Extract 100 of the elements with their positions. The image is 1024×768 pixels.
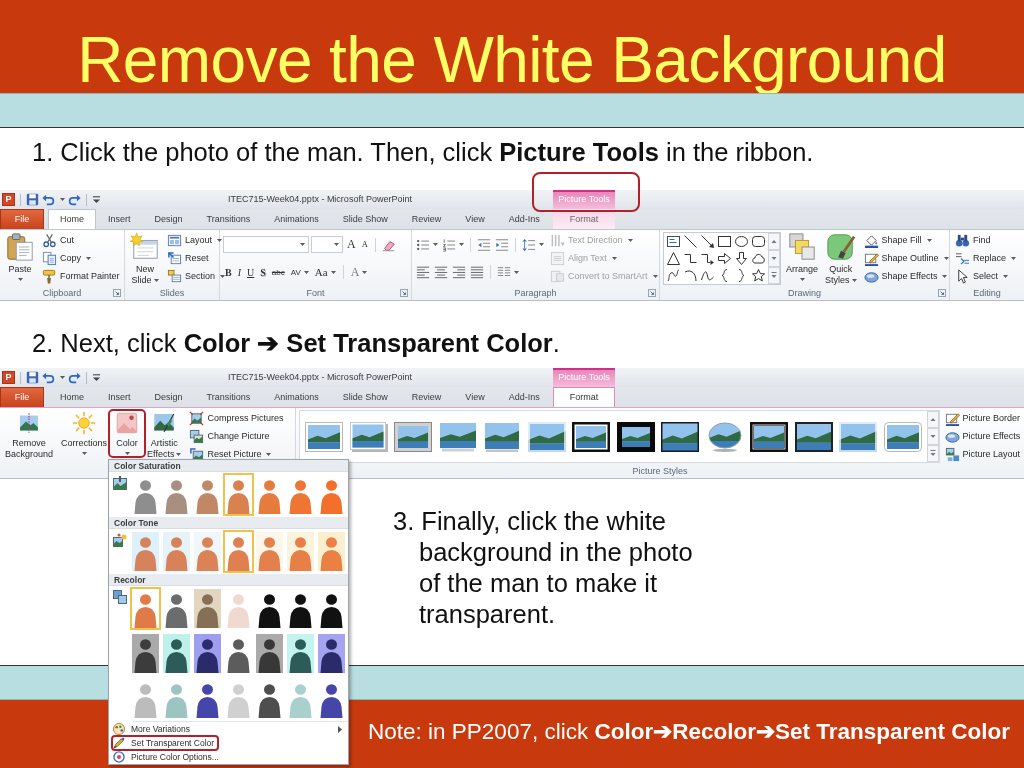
color-option[interactable] [223, 530, 254, 573]
font-size-field[interactable] [311, 236, 343, 254]
elbow-connector-icon[interactable] [684, 252, 697, 265]
format-button[interactable]: abc [269, 263, 287, 281]
ribbon-tab[interactable]: Insert [96, 387, 143, 407]
save-icon[interactable] [26, 193, 39, 206]
ribbon-button[interactable]: Paste [3, 231, 37, 286]
color-option[interactable] [254, 632, 285, 675]
format-button[interactable]: S [258, 263, 268, 281]
ribbon-button[interactable]: Remove Background [3, 409, 56, 464]
ribbon-button[interactable]: Picture Effects [942, 428, 1023, 445]
color-option[interactable] [161, 530, 192, 573]
customize-menu-icon[interactable] [92, 195, 101, 204]
dialog-launcher-icon[interactable] [938, 289, 946, 297]
ribbon-button[interactable]: Cut [40, 231, 122, 249]
color-option[interactable] [316, 530, 347, 573]
color-option[interactable] [192, 632, 223, 675]
freeform-icon[interactable] [667, 269, 680, 282]
format-button[interactable]: U [245, 263, 257, 281]
ribbon-tab[interactable]: Format [553, 387, 615, 407]
ribbon-tab[interactable]: Animations [262, 209, 331, 229]
ribbon-button[interactable]: Shape Fill [861, 231, 951, 249]
ribbon-button[interactable]: Quick Styles [823, 231, 859, 286]
ribbon-tab[interactable]: Design [142, 387, 195, 407]
toolbar-button[interactable] [441, 236, 465, 254]
cloud-shape-icon[interactable] [752, 252, 765, 265]
line-icon[interactable] [684, 235, 697, 248]
ribbon-tab[interactable]: Review [399, 387, 454, 407]
menu-item[interactable]: Set Transparent Color [113, 736, 215, 750]
picture-style-thumbnail[interactable] [305, 421, 343, 452]
rectangle-icon[interactable] [718, 235, 731, 248]
format-button[interactable]: A [345, 236, 358, 254]
format-button[interactable]: Aa [312, 263, 338, 281]
color-option[interactable] [130, 632, 161, 675]
ribbon-tab[interactable]: View [453, 209, 497, 229]
ribbon-button[interactable]: Arrange [784, 231, 821, 286]
ribbon-tab[interactable]: Animations [262, 387, 331, 407]
dialog-launcher-icon[interactable] [648, 289, 656, 297]
ribbon-tab[interactable]: Format [553, 209, 615, 229]
ribbon-button[interactable]: Picture Layout [942, 446, 1023, 464]
ribbon-tab[interactable]: Home [48, 387, 96, 407]
gallery-more-icon[interactable] [768, 267, 780, 284]
ribbon-tab[interactable]: Transitions [194, 387, 263, 407]
redo-icon[interactable] [68, 371, 81, 384]
picture-style-thumbnail[interactable] [705, 421, 744, 452]
format-button[interactable]: I [235, 263, 243, 281]
elbow-arrow-icon[interactable] [701, 252, 714, 265]
color-option[interactable] [192, 530, 223, 573]
file-tab[interactable]: File [0, 209, 44, 229]
ribbon-tab[interactable]: Slide Show [330, 387, 400, 407]
file-tab[interactable]: File [0, 387, 44, 407]
undo-icon[interactable] [42, 193, 55, 206]
ribbon-button[interactable]: Replace [953, 250, 1019, 267]
arrow-line-icon[interactable] [701, 235, 714, 248]
ribbon-button[interactable]: Picture Border [942, 409, 1023, 427]
ribbon-button[interactable]: Corrections [59, 409, 110, 464]
scroll-up-icon[interactable] [926, 411, 939, 428]
color-option[interactable] [130, 530, 161, 573]
toolbar-button[interactable] [521, 236, 545, 254]
picture-style-thumbnail[interactable] [794, 421, 833, 452]
toolbar-button[interactable] [494, 236, 510, 254]
scroll-down-icon[interactable] [926, 428, 939, 445]
text-box-icon[interactable] [667, 235, 680, 248]
ribbon-tab[interactable]: Home [48, 209, 96, 229]
ribbon-tab[interactable]: Design [142, 209, 195, 229]
color-option[interactable] [192, 587, 223, 630]
picture-style-thumbnail[interactable] [349, 421, 388, 452]
ribbon-button[interactable]: Select [953, 268, 1019, 286]
picture-style-thumbnail[interactable] [572, 421, 610, 452]
oval-icon[interactable] [735, 235, 748, 248]
menu-item[interactable]: Picture Color Options... [113, 750, 348, 764]
right-arrow-icon[interactable] [718, 252, 731, 265]
picture-style-thumbnail[interactable] [883, 421, 922, 452]
rounded-rectangle-icon[interactable] [752, 235, 765, 248]
ribbon-button[interactable]: Change Picture [187, 428, 286, 445]
redo-icon[interactable] [68, 193, 81, 206]
curve-icon[interactable] [701, 269, 714, 282]
ribbon-tab[interactable]: Slide Show [330, 209, 400, 229]
scroll-down-icon[interactable] [768, 250, 780, 267]
menu-item[interactable]: More Variations [113, 722, 348, 736]
color-option[interactable] [254, 530, 285, 573]
color-option[interactable] [223, 473, 254, 516]
picture-style-thumbnail[interactable] [483, 421, 521, 452]
triangle-icon[interactable] [667, 252, 680, 265]
scroll-up-icon[interactable] [768, 233, 780, 250]
ribbon-button[interactable]: Copy [40, 250, 122, 267]
color-option[interactable] [130, 587, 161, 630]
ribbon-button[interactable]: New Slide [128, 231, 162, 286]
ribbon-button[interactable]: Shape Effects [861, 268, 951, 286]
picture-style-thumbnail[interactable] [661, 421, 699, 452]
color-option[interactable] [285, 530, 316, 573]
gallery-more-icon[interactable] [926, 445, 939, 462]
color-option[interactable] [161, 632, 192, 675]
ribbon-tab[interactable]: Insert [96, 209, 143, 229]
arc-icon[interactable] [684, 269, 697, 282]
format-button[interactable]: A [359, 236, 370, 254]
ribbon-tab[interactable]: Add-Ins [496, 209, 552, 229]
format-button[interactable]: A [348, 263, 370, 281]
picture-style-thumbnail[interactable] [394, 421, 432, 452]
ribbon-tab[interactable]: Review [399, 209, 454, 229]
